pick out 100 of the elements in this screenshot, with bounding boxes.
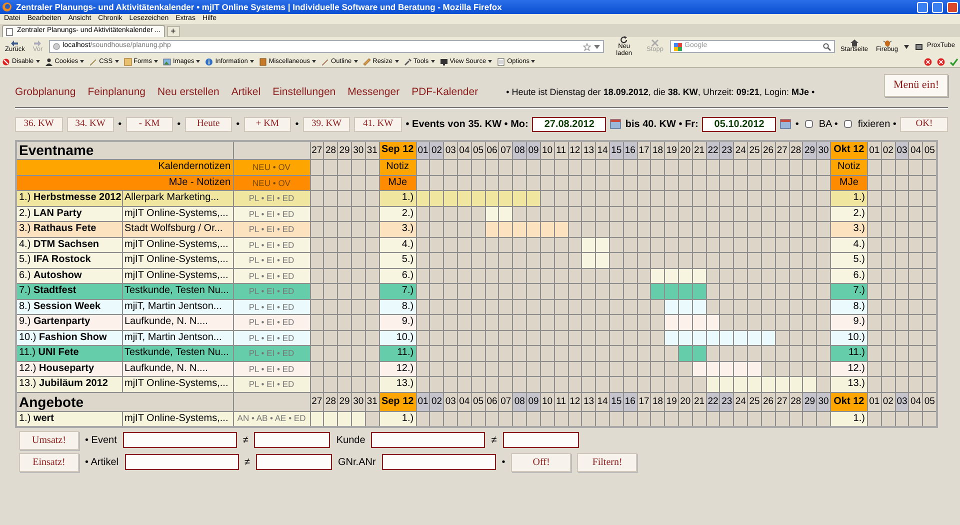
nav-link[interactable]: PDF-Kalender xyxy=(412,84,478,100)
action-links[interactable]: PL • EI • ED xyxy=(233,361,310,376)
day-header: 28 xyxy=(789,140,803,160)
calendar-icon[interactable] xyxy=(780,119,792,129)
checkbox[interactable] xyxy=(844,120,852,128)
caret-icon xyxy=(394,60,398,63)
customer-name: mjIT Online-Systems,... xyxy=(122,206,234,222)
day-header: 16 xyxy=(623,140,638,160)
checkbox[interactable] xyxy=(804,120,813,128)
week-button[interactable]: 34. KW xyxy=(66,116,114,132)
action-links[interactable]: PL • EI • ED xyxy=(233,252,310,268)
error-icon[interactable] xyxy=(937,58,945,66)
event-name[interactable]: 10.) Fashion Show xyxy=(16,330,122,346)
event-name[interactable]: 4.) DTM Sachsen xyxy=(16,237,122,252)
close-button[interactable] xyxy=(947,2,958,12)
month-header: Sep 12 xyxy=(379,140,416,160)
row-number: 13.) xyxy=(830,376,868,392)
filter-field[interactable] xyxy=(256,454,332,470)
note-link[interactable]: Notiz xyxy=(379,160,416,175)
new-tab-button[interactable]: + xyxy=(166,26,180,37)
filter-label: • xyxy=(502,456,506,470)
action-links[interactable]: AN • AB • AE • ED xyxy=(233,411,310,426)
dropdown-caret-icon[interactable] xyxy=(594,44,600,48)
nav-link[interactable]: Messenger xyxy=(348,84,400,100)
row-number: 5.) xyxy=(379,252,416,268)
action-links[interactable]: NEU • OV xyxy=(233,160,310,175)
filter-button[interactable]: Einsatz! xyxy=(19,452,79,472)
filter-field[interactable] xyxy=(382,454,496,470)
event-name[interactable]: 1.) Herbstmesse 2012 xyxy=(16,190,122,206)
filter-field[interactable] xyxy=(371,432,486,448)
menu-toggle-button[interactable]: Menü ein! xyxy=(884,74,948,96)
week-button[interactable]: + KM xyxy=(244,116,292,132)
day-header: 29 xyxy=(338,140,352,160)
action-links[interactable]: PL • EI • ED xyxy=(233,237,310,252)
day-header: 19 xyxy=(664,140,679,160)
week-button[interactable]: - KM xyxy=(126,116,174,132)
event-name[interactable]: 8.) Session Week xyxy=(16,299,122,314)
nav-link[interactable]: Artikel xyxy=(231,84,261,100)
maximize-button[interactable] xyxy=(932,2,943,12)
date-field[interactable]: 27.08.2012 xyxy=(532,116,606,132)
action-links[interactable]: PL • EI • ED xyxy=(233,314,310,330)
star-icon[interactable] xyxy=(582,42,591,50)
nav-link[interactable]: Neu erstellen xyxy=(158,84,220,100)
event-name[interactable]: 13.) Jubiläum 2012 xyxy=(16,376,122,392)
week-button[interactable]: 41. KW xyxy=(354,116,402,132)
event-name[interactable]: 6.) Autoshow xyxy=(16,268,122,284)
filter-field[interactable] xyxy=(254,432,330,448)
action-links[interactable]: PL • EI • ED xyxy=(233,222,310,237)
event-name[interactable]: 3.) Rathaus Fete xyxy=(16,222,122,237)
not-equal-sign: ≠ xyxy=(244,456,250,470)
date-field[interactable]: 05.10.2012 xyxy=(702,116,776,132)
week-button[interactable]: Heute xyxy=(184,116,232,132)
nav-link[interactable]: Grobplanung xyxy=(15,84,76,100)
dropdown-caret-icon[interactable] xyxy=(904,44,910,48)
box-icon xyxy=(258,58,267,66)
event-name[interactable]: 9.) Gartenparty xyxy=(16,314,122,330)
day-header: 27 xyxy=(775,140,790,160)
page-icon xyxy=(6,28,13,36)
minimize-button[interactable] xyxy=(917,2,928,12)
event-name[interactable]: 12.) Houseparty xyxy=(16,361,122,376)
week-button[interactable]: OK! xyxy=(900,116,948,132)
note-link[interactable]: MJe xyxy=(830,175,868,190)
week-button[interactable]: 39. KW xyxy=(302,116,350,132)
event-name[interactable]: 11.) UNI Fete xyxy=(16,346,122,361)
event-name[interactable]: 5.) IFA Rostock xyxy=(16,252,122,268)
filter-button[interactable]: Off! xyxy=(511,452,572,472)
nav-link[interactable]: Einstellungen xyxy=(272,84,336,100)
action-links[interactable]: PL • EI • ED xyxy=(233,190,310,206)
filter-button[interactable]: Umsatz! xyxy=(19,430,79,450)
action-links[interactable]: PL • EI • ED xyxy=(233,268,310,284)
row-number: 11.) xyxy=(379,346,416,361)
caret-icon xyxy=(312,60,316,63)
error-icon[interactable] xyxy=(924,58,932,66)
row-number: 13.) xyxy=(379,376,416,392)
tv-icon xyxy=(915,42,924,50)
event-name[interactable]: 7.) Stadtfest xyxy=(16,284,122,299)
row-number: 12.) xyxy=(379,361,416,376)
week-button[interactable]: 36. KW xyxy=(15,116,63,132)
filter-field[interactable] xyxy=(502,432,579,448)
filter-button[interactable]: Filtern! xyxy=(577,452,638,472)
calendar-icon[interactable] xyxy=(610,119,622,129)
event-name[interactable]: 2.) LAN Party xyxy=(16,206,122,222)
action-links[interactable]: PL • EI • ED xyxy=(233,299,310,314)
month-header: Okt 12 xyxy=(830,140,868,160)
toolbar-label: • xyxy=(295,118,299,132)
check-icon[interactable] xyxy=(950,58,958,66)
note-link[interactable]: Notiz xyxy=(830,160,868,175)
nav-link[interactable]: Feinplanung xyxy=(88,84,146,100)
caret-icon xyxy=(531,60,536,63)
action-links[interactable]: PL • EI • ED xyxy=(233,206,310,222)
action-links[interactable]: PL • EI • ED xyxy=(233,330,310,346)
status-text: • Heute ist Dienstag der 18.09.2012, die 38. KW, Uhrzeit: 09:21, Login: MJe • xyxy=(506,86,815,99)
action-links[interactable]: PL • EI • ED xyxy=(233,376,310,392)
filter-field[interactable] xyxy=(124,454,239,470)
filter-field[interactable] xyxy=(122,432,237,448)
search-icon[interactable] xyxy=(822,42,831,50)
event-name[interactable]: 1.) wert xyxy=(16,411,122,426)
note-link[interactable]: MJe xyxy=(379,175,416,190)
notes-label: Kalendernotizen xyxy=(16,160,234,175)
day-header: 13 xyxy=(582,140,596,160)
